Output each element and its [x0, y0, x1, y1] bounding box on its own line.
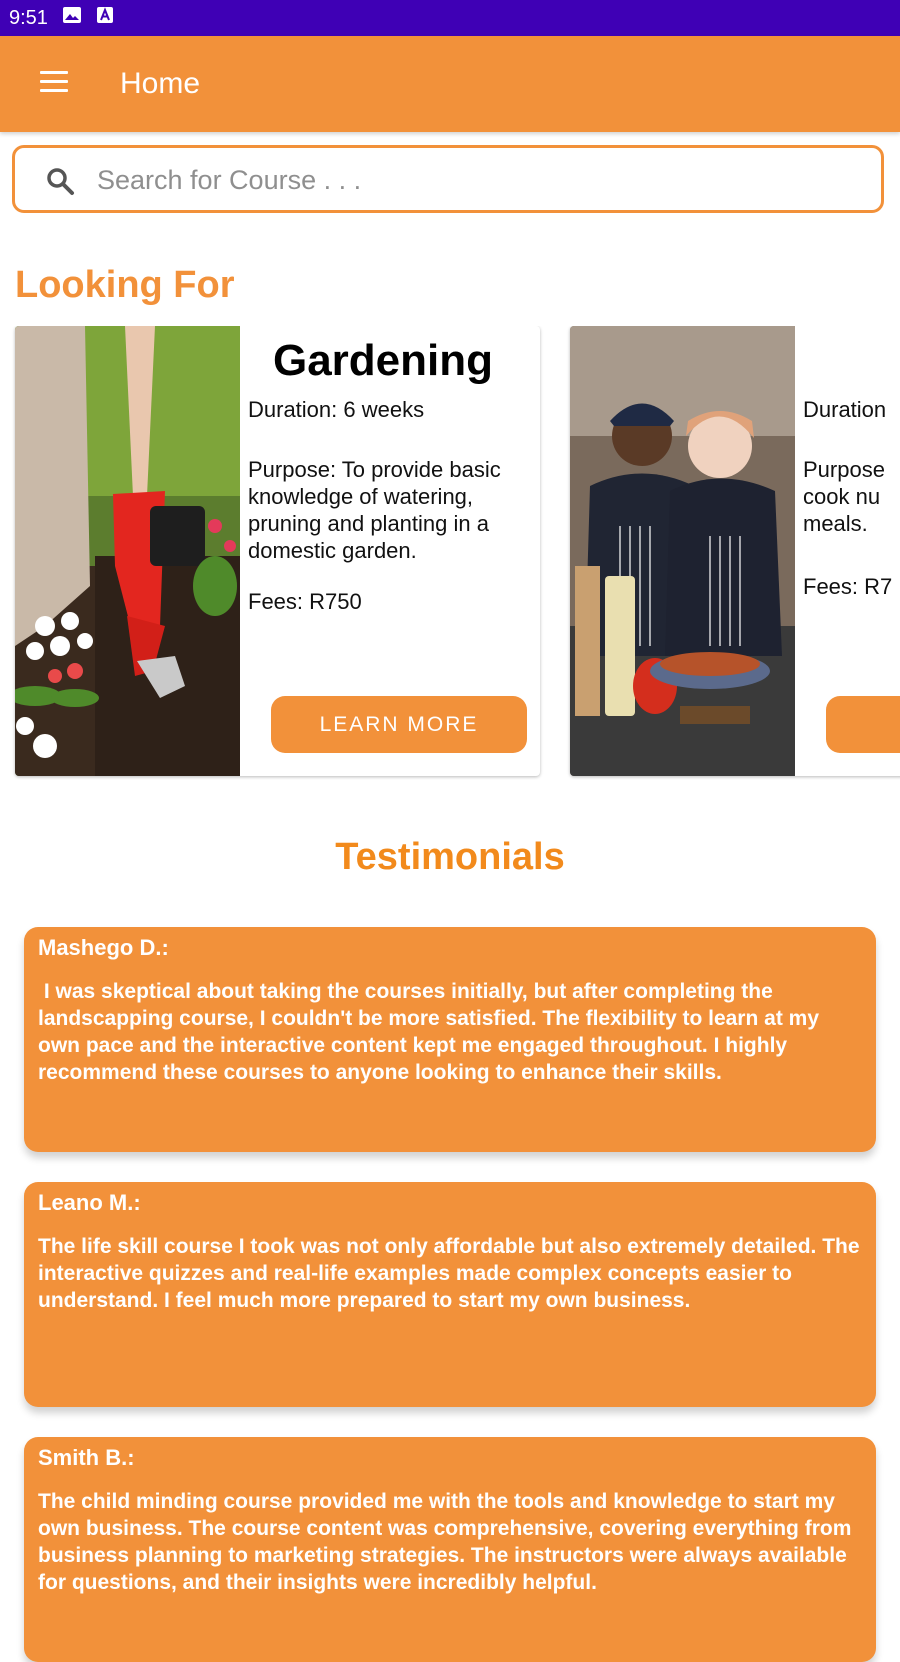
- page-title: Home: [120, 67, 201, 100]
- search-icon: [45, 166, 75, 201]
- testimonial-text: I was skeptical about taking the courses…: [38, 980, 825, 1084]
- course-duration: Duration: [803, 397, 887, 422]
- testimonial-author: Leano M.:: [38, 1190, 141, 1215]
- testimonials-heading: Testimonials: [335, 836, 565, 878]
- course-content: Co Duration Purpose cook nu meals. Fees:…: [803, 326, 900, 776]
- course-purpose: Purpose cook nu meals.: [803, 457, 885, 536]
- testimonial-card: Mashego D.: I was skeptical about taking…: [24, 927, 876, 1152]
- course-carousel[interactable]: Gardening Duration: 6 weeks Purpose: To …: [0, 326, 900, 780]
- course-content: Gardening Duration: 6 weeks Purpose: To …: [248, 326, 533, 776]
- course-fees: Fees: R7: [803, 574, 893, 599]
- course-duration: Duration: 6 weeks: [248, 397, 425, 422]
- testimonial-author: Smith B.:: [38, 1445, 135, 1470]
- course-card-gardening[interactable]: Gardening Duration: 6 weeks Purpose: To …: [15, 326, 540, 776]
- learn-more-button[interactable]: LE: [826, 696, 900, 753]
- learn-more-button[interactable]: LEARN MORE: [271, 696, 527, 753]
- testimonial-card: Smith B.: The child minding course provi…: [24, 1437, 876, 1662]
- testimonial-card: Leano M.: The life skill course I took w…: [24, 1182, 876, 1407]
- gardening-photo: [15, 326, 240, 776]
- image-icon: [62, 6, 82, 30]
- hamburger-menu-icon[interactable]: [40, 71, 68, 93]
- course-card-cooking[interactable]: Co Duration Purpose cook nu meals. Fees:…: [570, 326, 900, 776]
- looking-for-heading: Looking For: [15, 264, 235, 306]
- course-name: Gardening: [272, 336, 494, 385]
- app-bar: Home: [0, 36, 900, 132]
- search-box[interactable]: [12, 145, 884, 213]
- status-bar: 9:51: [0, 0, 900, 36]
- text-icon: [96, 6, 114, 30]
- status-time: 9:51: [9, 6, 48, 29]
- course-fees: Fees: R750: [248, 589, 362, 614]
- testimonial-text: The life skill course I took was not onl…: [38, 1235, 866, 1312]
- course-name: Co: [803, 336, 900, 386]
- search-input[interactable]: [95, 160, 859, 200]
- testimonial-author: Mashego D.:: [38, 935, 169, 960]
- testimonial-text: The child minding course provided me wit…: [38, 1490, 858, 1594]
- course-purpose: Purpose: To provide basic knowledge of w…: [248, 457, 501, 563]
- cooking-photo: [570, 326, 795, 776]
